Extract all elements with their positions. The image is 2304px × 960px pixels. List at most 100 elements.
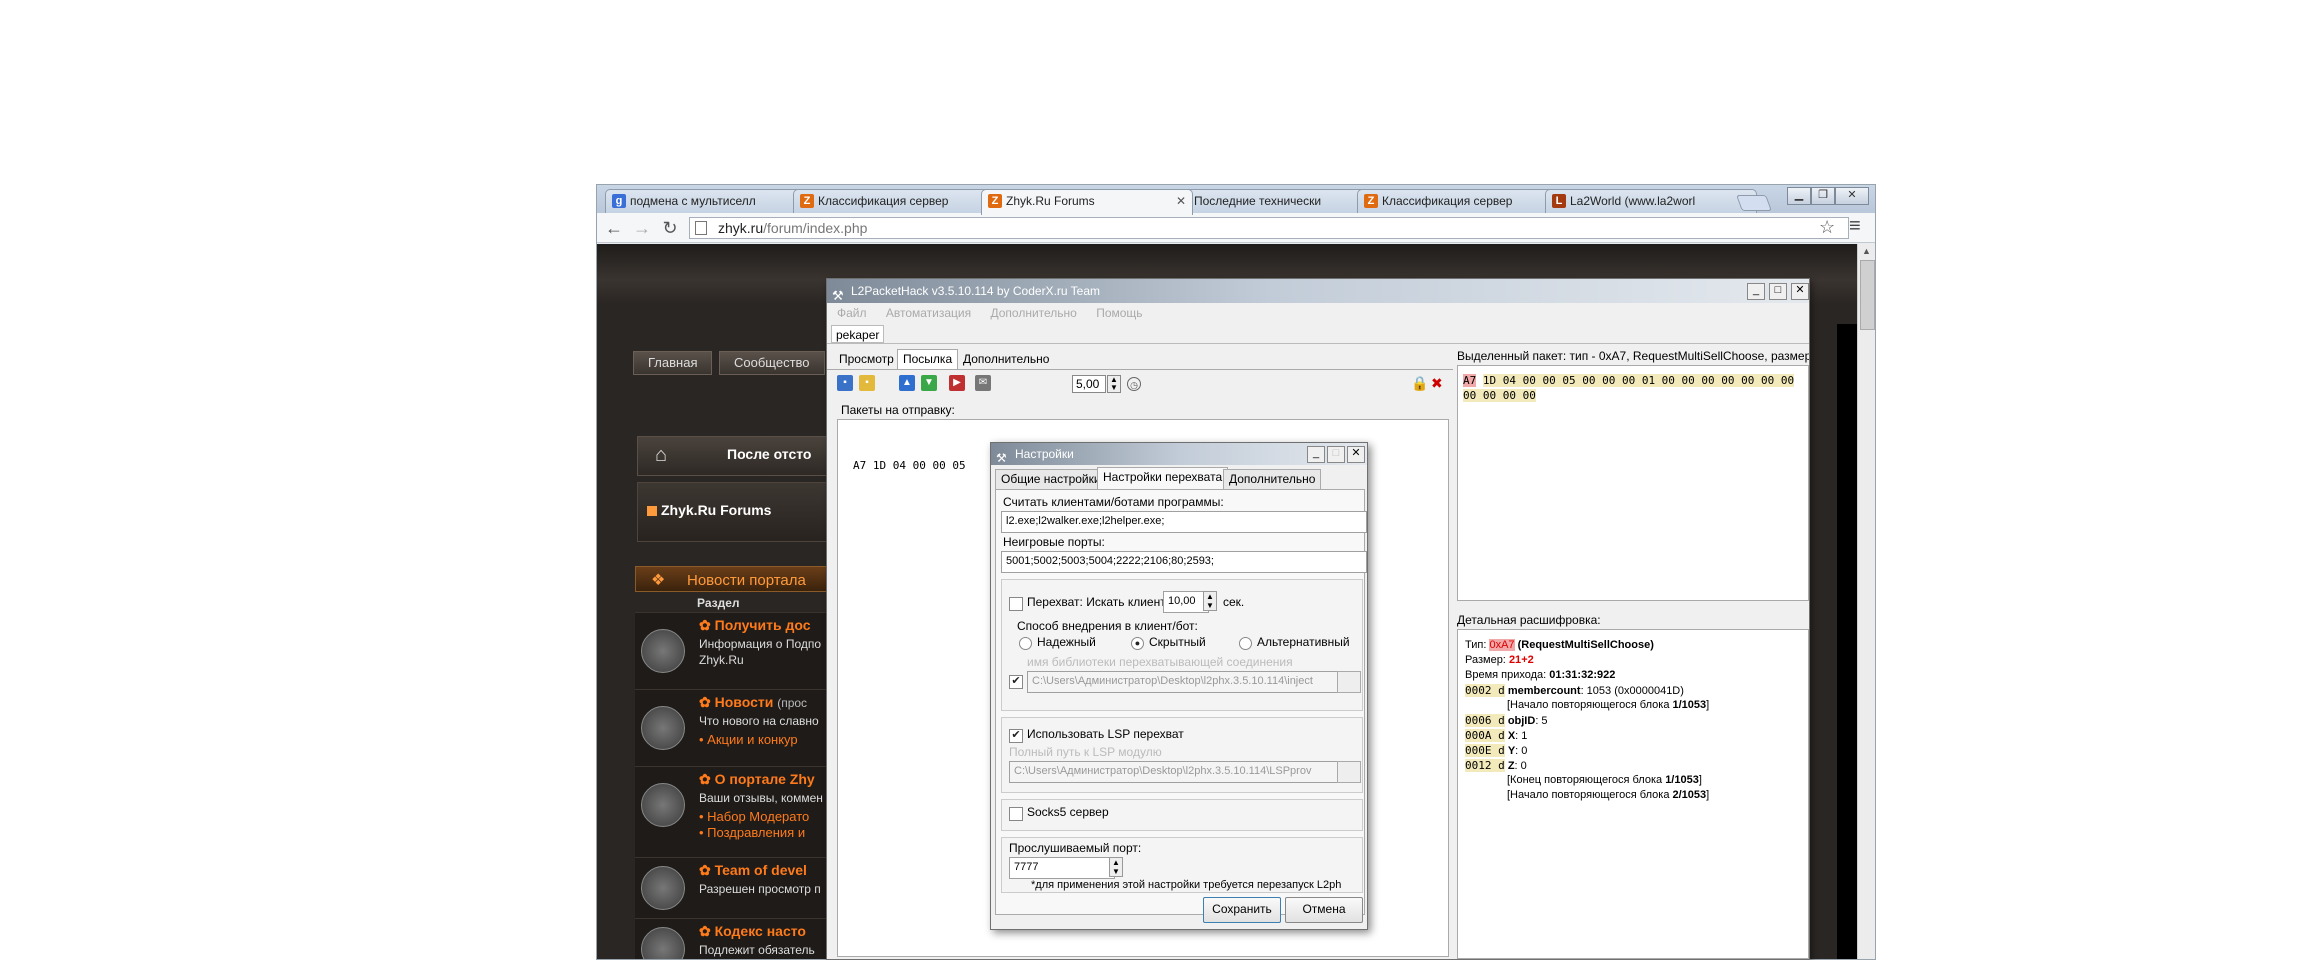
l2-logo-icon: [641, 629, 685, 673]
lsp-path-input[interactable]: C:\Users\Администратор\Desktop\l2phx.3.5…: [1009, 761, 1341, 783]
detail-block-start-1: [Начало повторяющегося блока 1/1053]: [1507, 699, 1710, 711]
tab-additional[interactable]: Дополнительно: [1223, 469, 1322, 490]
seconds-spinner[interactable]: ▲ ▼: [1203, 591, 1217, 611]
forward-icon[interactable]: →: [631, 217, 653, 239]
mail-icon[interactable]: ✉: [975, 375, 991, 391]
clock-icon[interactable]: ◷: [1127, 377, 1141, 391]
maximize-button[interactable]: □: [1769, 283, 1787, 300]
dll-path-input[interactable]: C:\Users\Администратор\Desktop\l2phx.3.5…: [1027, 671, 1341, 693]
menu-icon[interactable]: ≡: [1849, 215, 1861, 238]
new-tab-button[interactable]: [1736, 195, 1772, 211]
tab-send[interactable]: Посылка: [897, 349, 959, 370]
hex-dump: A7 1D 04 00 00 05 00 00 00 01 00 00 00 0…: [1463, 374, 1795, 402]
close-button[interactable]: ✕: [1347, 446, 1365, 463]
close-button[interactable]: ✕: [1791, 283, 1809, 300]
forum-nav-home[interactable]: Главная: [633, 351, 713, 375]
cancel-button[interactable]: Отмена: [1285, 897, 1363, 923]
lsp-checkbox[interactable]: ✔: [1009, 729, 1023, 743]
row-icon: ✿: [699, 771, 715, 787]
detail-field-y: 000E d Y: 0: [1465, 744, 1528, 757]
menu-file[interactable]: Файл: [837, 306, 867, 320]
browser-tab-4[interactable]: V Последние технически ✕: [1169, 189, 1381, 214]
open-folder-icon[interactable]: ▪: [859, 375, 875, 391]
forum-nav-community[interactable]: Сообщество: [719, 351, 825, 375]
menu-extra[interactable]: Дополнительно: [990, 306, 1076, 320]
upload-icon[interactable]: ▲: [899, 375, 915, 391]
ports-input[interactable]: 5001;5002;5003;5004;2222;2106;80;2593;: [1001, 551, 1367, 573]
radio-reliable[interactable]: [1019, 637, 1032, 650]
listen-port-input[interactable]: 7777: [1009, 857, 1115, 879]
tab-general-settings[interactable]: Общие настройки: [995, 469, 1107, 490]
minimize-button[interactable]: ▁: [1787, 187, 1811, 205]
lsp-browse-button[interactable]: [1337, 761, 1361, 783]
minimize-button[interactable]: _: [1747, 283, 1765, 300]
list-item: ✿ Team of devel Разрешен просмотр п: [635, 857, 849, 918]
browser-tab-1[interactable]: g подмена с мультиселл ✕: [605, 189, 817, 214]
settings-dialog: ⚒ Настройки _ □ ✕ Общие настройки Настро…: [990, 442, 1368, 930]
l2-logo-icon: [641, 783, 685, 827]
socks5-checkbox[interactable]: [1009, 807, 1023, 821]
maximize-button[interactable]: □: [1327, 446, 1345, 463]
radio-reliable-label: Надежный: [1037, 635, 1096, 649]
listen-port-spinner[interactable]: ▲ ▼: [1109, 857, 1123, 877]
row-icon: ✿: [699, 617, 715, 633]
send-packet-icon[interactable]: ▶: [949, 375, 965, 391]
browser-tab-6[interactable]: L La2World (www.la2worl ✕: [1545, 189, 1757, 214]
browser-tab-5[interactable]: Z Классификация сервер ✕: [1357, 189, 1569, 214]
save-icon[interactable]: ▪: [837, 375, 853, 391]
close-window-button[interactable]: ✕: [1835, 187, 1869, 205]
page-scrollbar[interactable]: ▲: [1857, 244, 1875, 959]
scrollbar-thumb[interactable]: [1860, 260, 1875, 330]
forum-title[interactable]: Zhyk.Ru Forums: [661, 502, 771, 518]
detail-field-membercount: 0002 d membercount: 1053 (0x0000041D): [1465, 684, 1684, 697]
dll-checkbox[interactable]: ✔: [1009, 675, 1023, 689]
ports-label: Неигровые порты:: [1003, 535, 1105, 549]
listen-port-label: Прослушиваемый порт:: [1009, 841, 1142, 855]
dll-label: имя библиотеки перехватывающей соединени…: [1027, 655, 1293, 669]
settings-titlebar[interactable]: ⚒ Настройки _ □ ✕: [991, 443, 1367, 465]
download-icon[interactable]: ▼: [921, 375, 937, 391]
back-icon[interactable]: ←: [603, 217, 625, 239]
star-icon[interactable]: ☆: [1819, 217, 1835, 238]
tab-view[interactable]: Просмотр: [833, 349, 900, 371]
delay-input[interactable]: 5,00: [1072, 375, 1106, 393]
session-tab[interactable]: pekaper: [831, 325, 885, 343]
menu-help[interactable]: Помощь: [1096, 306, 1142, 320]
l2-logo-icon: [641, 706, 685, 750]
intercept-checkbox[interactable]: [1009, 597, 1023, 611]
delay-spinner[interactable]: ▲ ▼: [1107, 375, 1121, 393]
l2ph-titlebar[interactable]: ⚒ L2PacketHack v3.5.10.114 by CoderX.ru …: [827, 279, 1809, 303]
l2ph-menubar: Файл Автоматизация Дополнительно Помощь: [827, 303, 1809, 323]
zhyk-icon: Z: [988, 194, 1002, 208]
clients-input[interactable]: l2.exe;l2walker.exe;l2helper.exe;: [1001, 511, 1367, 533]
section-column-header: Раздел: [697, 596, 740, 610]
radio-hidden-label: Скрытный: [1149, 635, 1206, 649]
detail-type: Тип: 0xA7 (RequestMultiSellChoose): [1465, 639, 1654, 651]
home-icon[interactable]: ⌂: [655, 444, 677, 466]
dll-browse-button[interactable]: [1337, 671, 1361, 693]
maximize-button[interactable]: ❐: [1811, 187, 1835, 205]
zhyk-icon: Z: [1364, 194, 1378, 208]
row-icon: ✿: [699, 694, 715, 710]
minimize-button[interactable]: _: [1307, 446, 1325, 463]
tab-extra[interactable]: Дополнительно: [957, 349, 1055, 371]
detail-size: Размер: 21+2: [1465, 654, 1534, 666]
lock-icon[interactable]: 🔒: [1411, 375, 1428, 392]
browser-tab-2[interactable]: Z Классификация сервер ✕: [793, 189, 1005, 214]
l2-logo-icon: [641, 927, 685, 959]
scroll-up-icon[interactable]: ▲: [1862, 246, 1871, 256]
detail-block-start-2: [Начало повторяющегося блока 2/1053]: [1507, 789, 1710, 801]
radio-hidden[interactable]: ●: [1131, 637, 1144, 650]
disconnect-icon[interactable]: ✖: [1431, 375, 1443, 392]
inject-method-label: Способ внедрения в клиент/бот:: [1017, 619, 1198, 633]
radio-alternative[interactable]: [1239, 637, 1252, 650]
close-tab-icon[interactable]: ✕: [1176, 190, 1186, 212]
reload-icon[interactable]: ↻: [659, 217, 681, 239]
browser-tab-3-active[interactable]: Z Zhyk.Ru Forums ✕: [981, 189, 1193, 215]
save-button[interactable]: Сохранить: [1203, 897, 1281, 923]
menu-automation[interactable]: Автоматизация: [886, 306, 971, 320]
news-header[interactable]: Новости портала: [687, 572, 806, 589]
row-icon: ✿: [699, 862, 715, 878]
tab-intercept-settings[interactable]: Настройки перехвата: [1097, 467, 1229, 490]
address-bar[interactable]: zhyk.ru/forum/index.php: [689, 217, 1849, 239]
